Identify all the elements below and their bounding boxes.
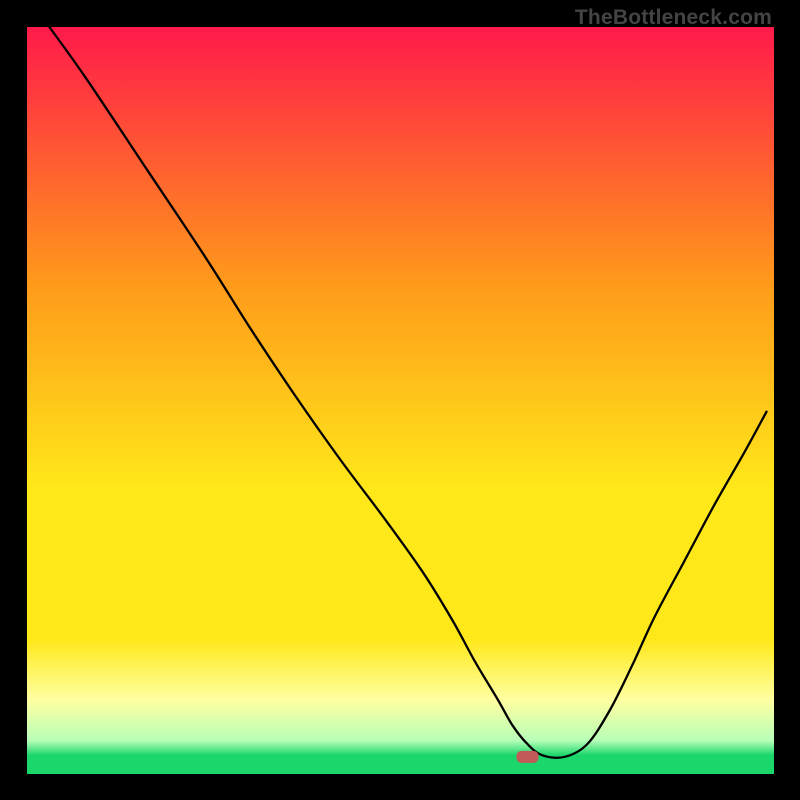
- chart-frame: TheBottleneck.com: [0, 0, 800, 800]
- plot-area: [27, 27, 774, 774]
- gradient-background: [27, 27, 774, 774]
- bottleneck-curve-chart: [27, 27, 774, 774]
- optimum-marker: [516, 751, 538, 763]
